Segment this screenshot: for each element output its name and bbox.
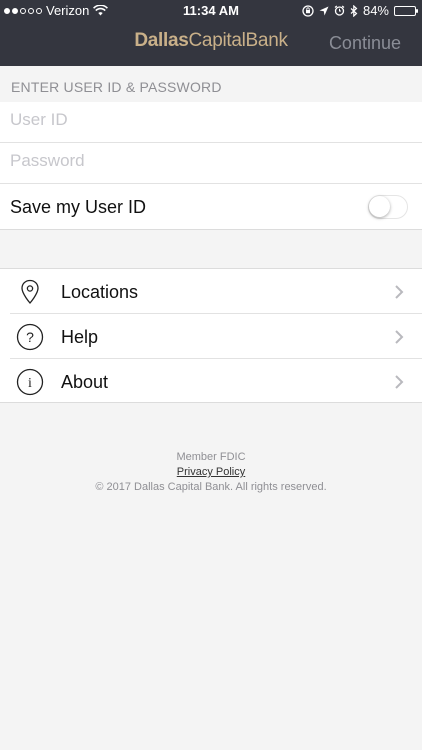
login-section-title: ENTER USER ID & PASSWORD (11, 79, 222, 95)
toggle-knob (369, 196, 390, 217)
password-input[interactable] (10, 151, 410, 171)
location-pin-icon (21, 279, 39, 304)
chevron-right-icon (395, 285, 404, 299)
user-id-row (0, 102, 422, 143)
brand-logo-part2: CapitalBank (188, 30, 288, 51)
status-right: 84% (302, 3, 418, 18)
member-fdic-text: Member FDIC (176, 451, 246, 463)
navigation-bar: DallasCapitalBank Continue (0, 22, 422, 66)
chevron-right-icon (395, 375, 404, 389)
alarm-icon (334, 5, 345, 16)
save-user-id-row: Save my User ID (0, 184, 422, 230)
privacy-policy-link[interactable]: Privacy Policy (177, 465, 245, 480)
chevron-right-icon (395, 330, 404, 344)
menu-item-about[interactable]: i About (0, 359, 422, 404)
menu-item-help[interactable]: ? Help (0, 314, 422, 359)
footer: Member FDIC Privacy Policy © 2017 Dallas… (0, 450, 422, 495)
status-bar: Verizon 11:34 AM 84% (0, 0, 422, 22)
menu-item-label: Help (61, 327, 99, 347)
user-id-input[interactable] (10, 110, 410, 130)
bluetooth-icon (350, 4, 358, 17)
copyright-text: © 2017 Dallas Capital Bank. All rights r… (95, 481, 327, 493)
top-bar: Verizon 11:34 AM 84% DallasCapitalBank C… (0, 0, 422, 66)
brand-logo-part1: Dallas (134, 30, 189, 51)
menu-list: Locations ? Help i About (0, 268, 422, 403)
menu-item-locations[interactable]: Locations (0, 269, 422, 314)
menu-item-label: Locations (61, 282, 139, 302)
save-user-id-toggle[interactable] (368, 195, 408, 219)
svg-text:?: ? (26, 329, 34, 345)
password-row (0, 143, 422, 184)
continue-button[interactable]: Continue (329, 33, 401, 54)
menu-item-label: About (61, 372, 109, 392)
svg-text:i: i (28, 376, 32, 391)
question-circle-icon: ? (16, 323, 44, 351)
battery-icon (394, 5, 418, 16)
save-user-id-label: Save my User ID (10, 197, 147, 217)
battery-percent: 84% (362, 3, 389, 18)
location-arrow-icon (319, 6, 329, 15)
info-circle-icon: i (16, 368, 44, 396)
lock-rotation-icon (302, 4, 314, 17)
